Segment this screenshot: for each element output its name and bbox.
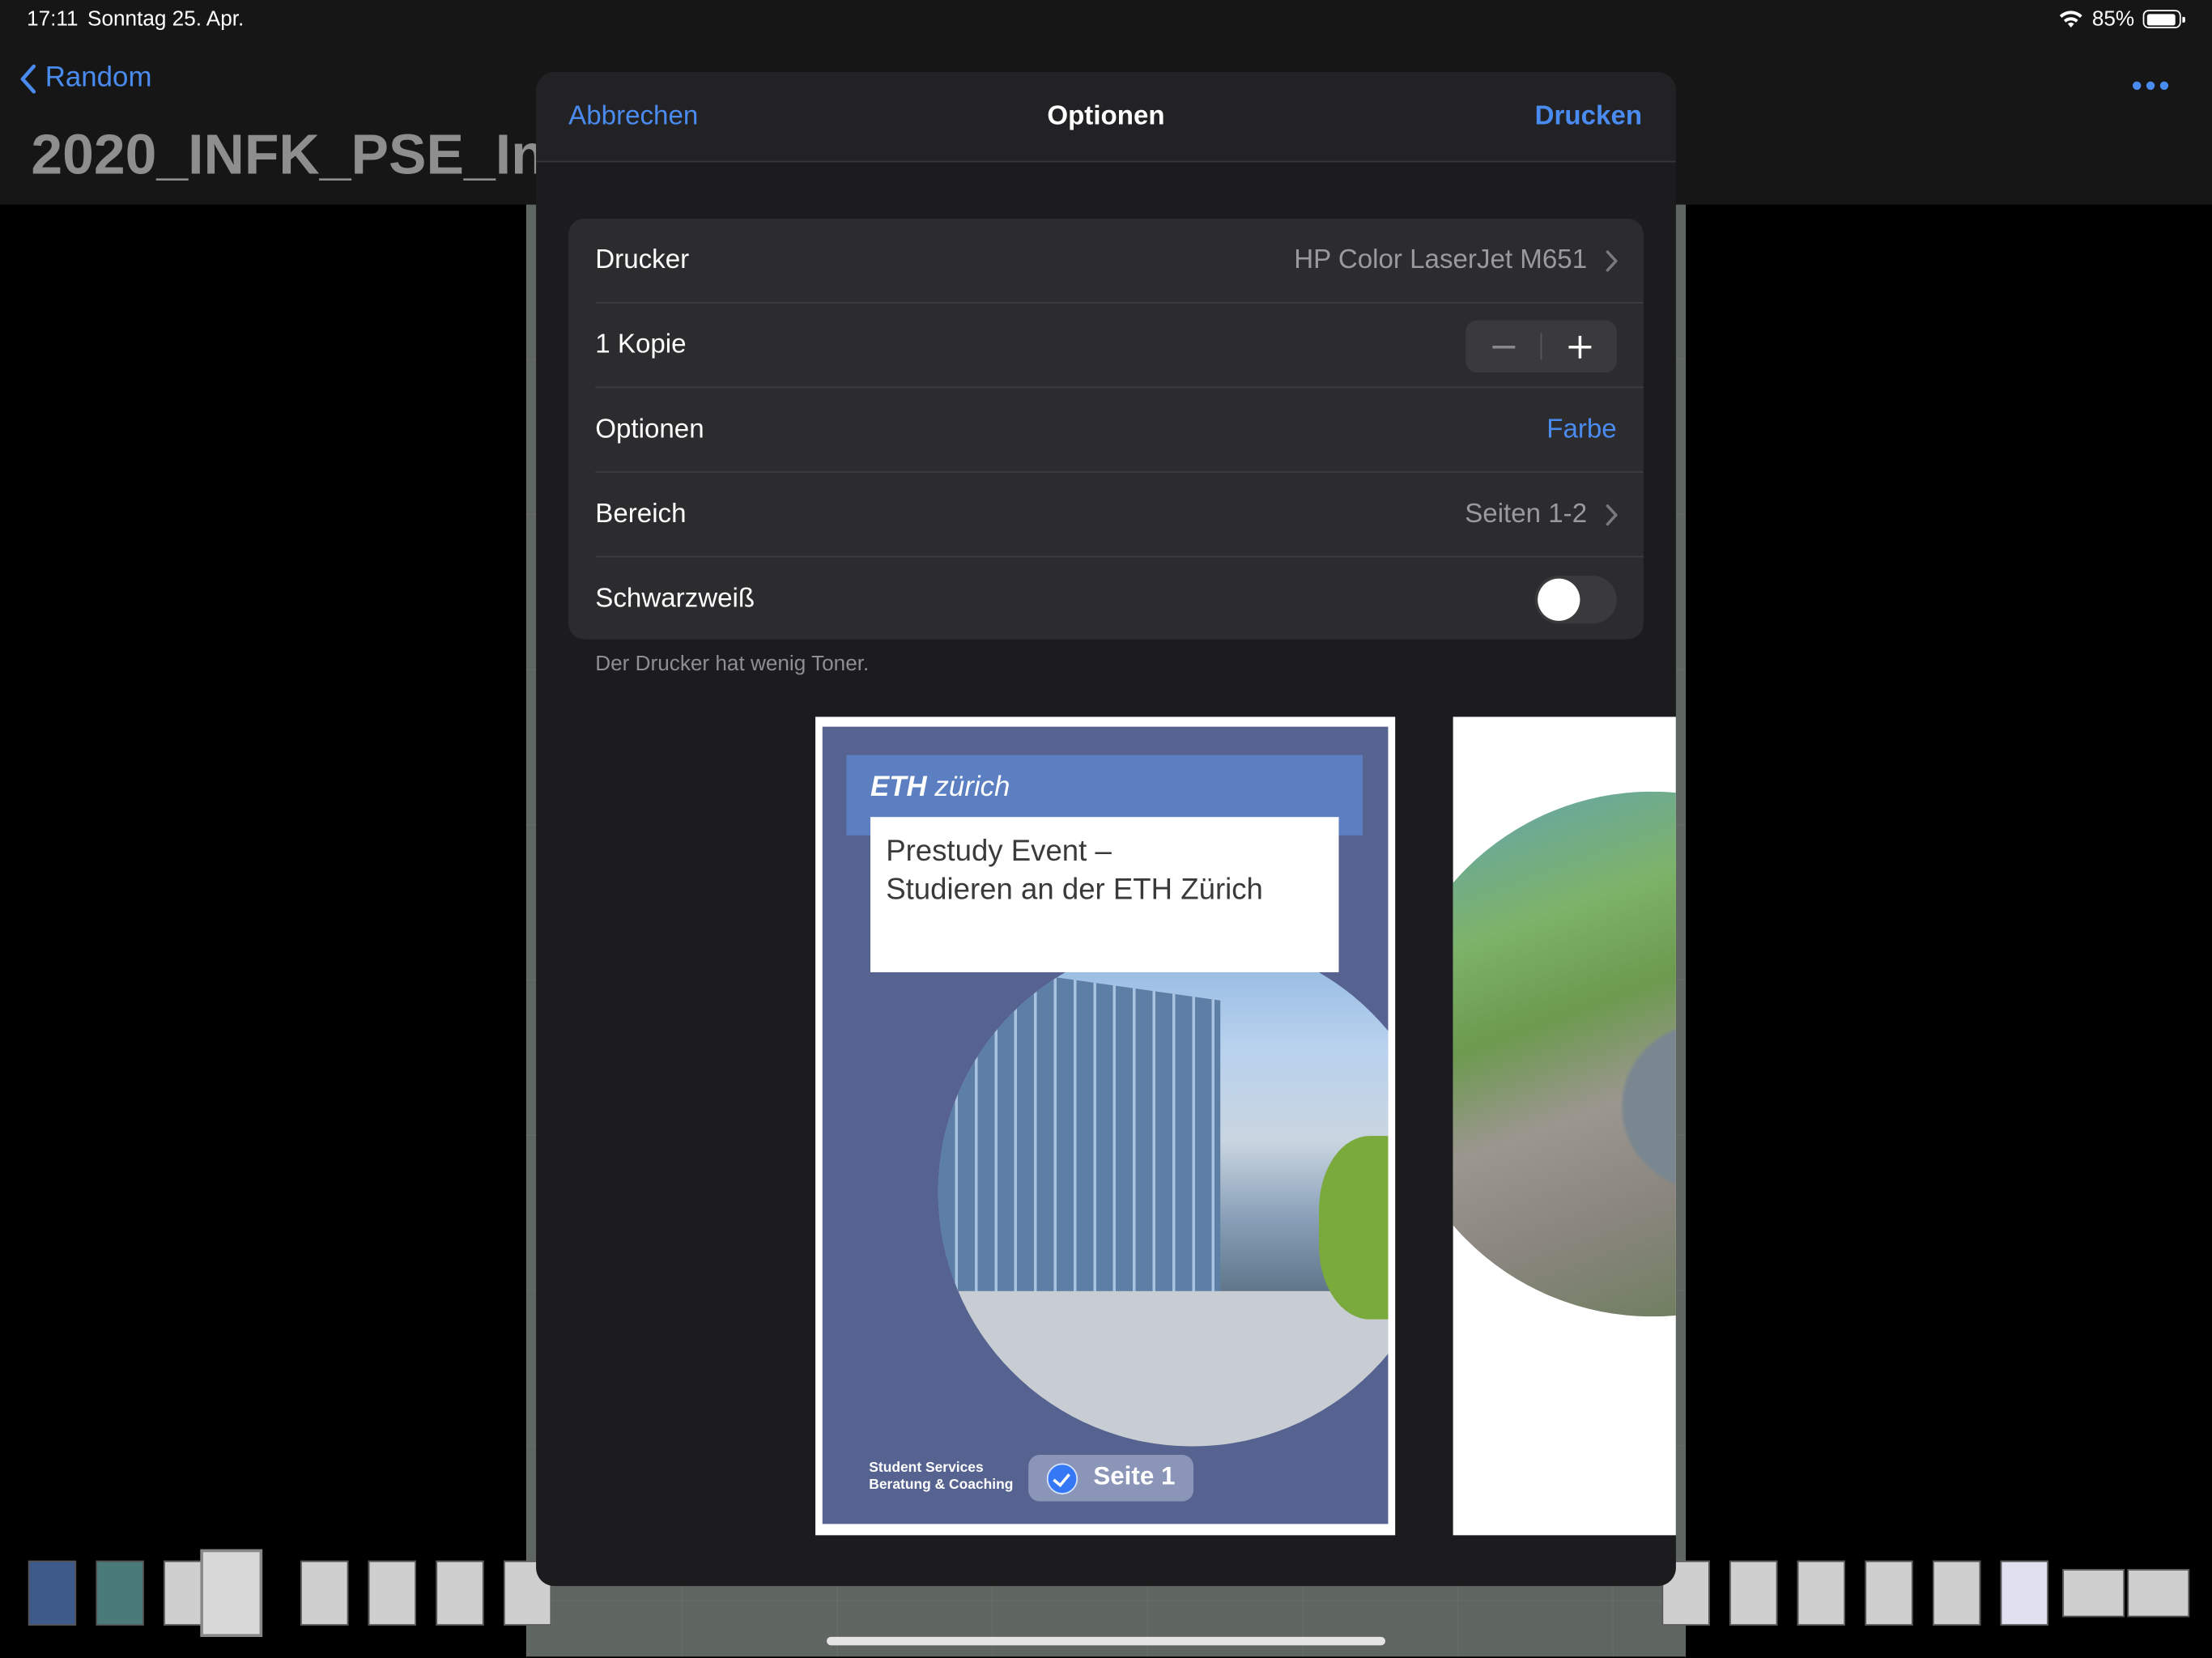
home-indicator[interactable] <box>827 1636 1385 1646</box>
grayscale-row: Schwarzweiß <box>568 557 1644 639</box>
decrement-button[interactable] <box>1465 321 1540 372</box>
range-label: Bereich <box>595 500 687 529</box>
page-thumbnail[interactable] <box>368 1560 416 1626</box>
printer-value: HP Color LaserJet M651 <box>1294 245 1588 275</box>
print-button[interactable]: Drucken <box>1535 101 1642 132</box>
page-thumbnail[interactable] <box>300 1560 349 1626</box>
increment-button[interactable] <box>1542 321 1616 372</box>
cover-title-line1: Prestudy Event – <box>886 835 1112 868</box>
printer-label: Drucker <box>595 245 690 275</box>
page-badge-label: Seite 1 <box>1093 1461 1176 1490</box>
page-thumbnail[interactable] <box>2000 1560 2048 1626</box>
status-bar: 17:11 Sonntag 25. Apr. 85% <box>0 0 2212 40</box>
page-thumbnail[interactable] <box>1865 1560 1913 1626</box>
page-thumbnail[interactable] <box>1729 1560 1778 1626</box>
cover-title-box: Prestudy Event – Studieren an der ETH Zü… <box>870 817 1339 972</box>
grayscale-label: Schwarzweiß <box>595 584 755 614</box>
grayscale-toggle[interactable] <box>1534 576 1617 624</box>
status-date: Sonntag 25. Apr. <box>87 6 245 32</box>
printer-row[interactable]: Drucker HP Color LaserJet M651 <box>568 219 1644 304</box>
toner-warning: Der Drucker hat wenig Toner. <box>595 652 870 676</box>
chevron-right-icon <box>1606 504 1618 526</box>
page-thumbnail[interactable] <box>1933 1560 1981 1626</box>
page-thumbnail[interactable] <box>2127 1569 2190 1618</box>
status-time: 17:11 <box>27 6 79 32</box>
screen: 17:11 Sonntag 25. Apr. 85% Random ••• 20… <box>0 0 2212 1658</box>
battery-icon <box>2142 10 2185 28</box>
cover-image: ETH zürich Prestudy Event – Studieren an… <box>822 726 1389 1524</box>
options-row[interactable]: Optionen Farbe <box>568 388 1644 473</box>
print-options-sheet: Abbrechen Optionen Drucken Drucker HP Co… <box>536 71 1676 1587</box>
page-thumbnail[interactable] <box>96 1560 144 1626</box>
page-preview-1[interactable]: ETH zürich Prestudy Event – Studieren an… <box>815 716 1396 1536</box>
status-right: 85% <box>2058 6 2185 32</box>
page-thumbnail[interactable] <box>2062 1569 2125 1618</box>
chevron-left-icon <box>20 63 36 93</box>
copies-stepper[interactable] <box>1465 320 1617 373</box>
ellipsis-icon[interactable]: ••• <box>2131 68 2172 104</box>
sheet-title: Optionen <box>1047 101 1165 132</box>
page-thumbnail[interactable] <box>1797 1560 1845 1626</box>
aerial-photo <box>1453 791 1676 1317</box>
page-select-badge[interactable]: Seite 1 <box>1028 1455 1194 1502</box>
copies-row: 1 Kopie <box>568 304 1644 389</box>
cover-footer: Student Services Beratung & Coaching <box>869 1460 1014 1494</box>
options-label: Optionen <box>595 414 704 445</box>
campus-photo <box>938 938 1389 1447</box>
page-title: 2020_INFK_PSE_In <box>31 124 546 187</box>
page-thumbnail-selected[interactable] <box>200 1549 263 1637</box>
chevron-right-icon <box>1606 250 1618 272</box>
checkmark-icon <box>1046 1463 1078 1494</box>
color-option-value[interactable]: Farbe <box>1546 414 1616 445</box>
copies-label: 1 Kopie <box>595 329 687 360</box>
print-settings-group: Drucker HP Color LaserJet M651 1 Kopie O… <box>568 219 1644 640</box>
range-value: Seiten 1-2 <box>1465 500 1588 529</box>
back-label: Random <box>45 62 152 94</box>
page-thumbnail[interactable] <box>436 1560 484 1626</box>
back-button[interactable]: Random <box>19 62 151 95</box>
battery-percent: 85% <box>2091 6 2135 32</box>
cover-title-line2: Studieren an der ETH Zürich <box>886 873 1263 906</box>
page-preview-2[interactable] <box>1453 716 1676 1536</box>
range-row[interactable]: Bereich Seiten 1-2 <box>568 473 1644 558</box>
wifi-icon <box>2058 10 2083 28</box>
page-thumbnail[interactable] <box>28 1560 77 1626</box>
eth-logo: ETH zürich <box>870 772 1010 803</box>
sheet-header: Abbrechen Optionen Drucken <box>536 71 1676 163</box>
